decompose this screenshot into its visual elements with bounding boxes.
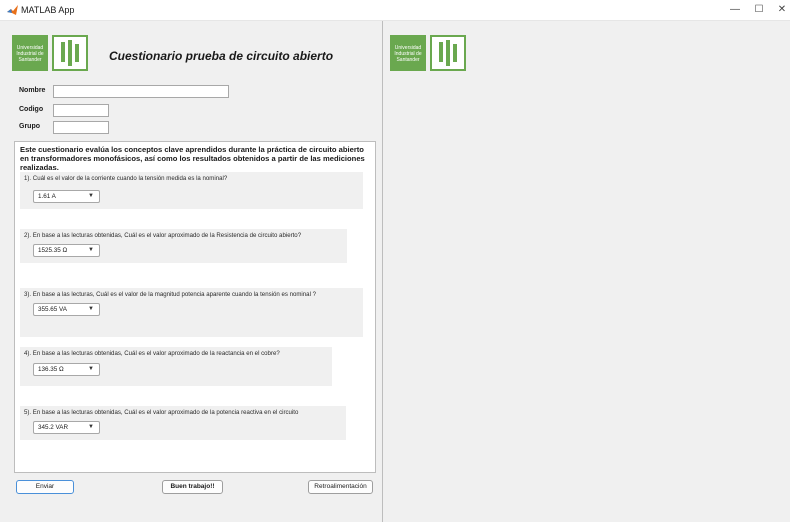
answer-value: 136.35 Ω [38,366,64,373]
answer-dropdown[interactable]: 136.35 Ω ▼ [33,363,100,376]
nombre-label: Nombre [19,87,46,94]
answer-value: 345.2 VAR [38,424,68,431]
maximize-button[interactable]: ☐ [751,3,767,17]
question-text: 3). En base a las lecturas, Cuál es el v… [24,291,317,298]
answer-dropdown[interactable]: 1525.35 Ω ▼ [33,244,100,257]
status-message: Buen trabajo!! [162,480,223,494]
uis-logo: Universidad Industrial de Santander [390,35,426,71]
answer-dropdown[interactable]: 345.2 VAR ▼ [33,421,100,434]
codigo-label: Codigo [19,106,44,113]
chevron-down-icon: ▼ [88,424,94,430]
window-titlebar: MATLAB App — ☐ ✕ [0,0,790,21]
question-text: 4). En base a las lecturas obtenidas, Cu… [24,350,280,357]
answer-value: 355.65 VA [38,306,67,313]
chevron-down-icon: ▼ [88,306,94,312]
question-block: 5). En base a las lecturas obtenidas, Cu… [20,406,346,440]
chevron-down-icon: ▼ [88,366,94,372]
codigo-input[interactable] [53,104,109,117]
chevron-down-icon: ▼ [88,193,94,199]
chevron-down-icon: ▼ [88,247,94,253]
matlab-icon [7,5,18,15]
window-title: MATLAB App [21,5,75,15]
question-text: 1). Cuál es el valor de la corriente cua… [24,175,228,182]
question-block: 2). En base a las lecturas obtenidas, Cu… [20,229,347,263]
quiz-panel: Este cuestionario evalúa los conceptos c… [14,141,376,473]
page-title: Cuestionario prueba de circuito abierto [109,49,334,63]
minimize-button[interactable]: — [727,3,743,17]
pane-divider [382,21,383,522]
answer-value: 1525.35 Ω [38,247,68,254]
question-block: 3). En base a las lecturas, Cuál es el v… [20,288,363,337]
uis-logo-text: Universidad Industrial de Santander [16,45,44,63]
uis-logo: Universidad Industrial de Santander [12,35,48,71]
enviar-button[interactable]: Enviar [16,480,74,494]
answer-dropdown[interactable]: 1.61 A ▼ [33,190,100,203]
question-text: 5). En base a las lecturas obtenidas, Cu… [24,409,299,416]
app-content: Universidad Industrial de Santander Cues… [0,21,790,522]
grupo-label: Grupo [19,123,40,130]
uis-logo-mark-icon [430,35,466,71]
answer-value: 1.61 A [38,193,56,200]
uis-logo-text: Universidad Industrial de Santander [394,45,422,63]
quiz-intro: Este cuestionario evalúa los conceptos c… [20,145,365,172]
close-button[interactable]: ✕ [774,3,790,17]
left-pane: Universidad Industrial de Santander Cues… [0,21,382,522]
question-block: 4). En base a las lecturas obtenidas, Cu… [20,347,332,386]
nombre-input[interactable] [53,85,229,98]
answer-dropdown[interactable]: 355.65 VA ▼ [33,303,100,316]
question-text: 2). En base a las lecturas obtenidas, Cu… [24,232,302,239]
question-block: 1). Cuál es el valor de la corriente cua… [20,172,363,209]
uis-logo-mark-icon [52,35,88,71]
retroalimentacion-button[interactable]: Retroalimentación [308,480,373,494]
grupo-input[interactable] [53,121,109,134]
